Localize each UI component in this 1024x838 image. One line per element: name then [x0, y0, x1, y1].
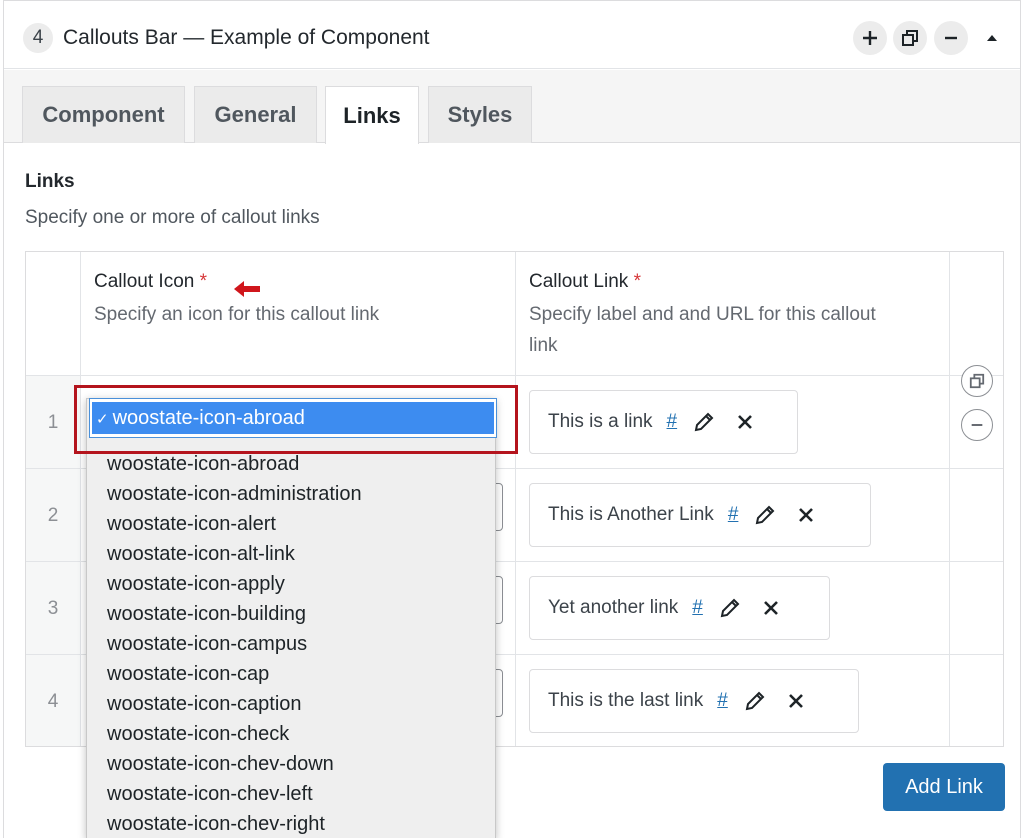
link-label: Yet another link [548, 597, 679, 618]
link-label: This is the last link [548, 690, 704, 711]
pencil-icon [745, 691, 765, 711]
caret-up-icon [987, 35, 997, 41]
tab-links[interactable]: Links [325, 86, 419, 144]
callout-link-row-4: This is the last link # [529, 669, 859, 733]
select-option[interactable]: woostate-icon-chev-down [107, 753, 334, 776]
pencil-icon [694, 412, 714, 432]
component-number-badge: 4 [23, 23, 53, 53]
duplicate-row-button[interactable] [961, 365, 993, 397]
panel-title: Callouts Bar — Example of Component [63, 26, 430, 49]
close-icon [738, 415, 753, 429]
close-icon [799, 508, 814, 522]
required-marker: * [633, 271, 641, 292]
section-title: Links [25, 171, 75, 192]
remove-row-button[interactable] [961, 409, 993, 441]
panel-header: 4 Callouts Bar — Example of Component [4, 1, 1020, 69]
edit-link-button[interactable] [719, 597, 741, 619]
icon-select-dropdown: woostate-icon-abroad woostate-icon-admin… [86, 398, 496, 838]
required-marker: * [199, 271, 208, 292]
row-number: 2 [47, 505, 59, 526]
select-option[interactable]: woostate-icon-abroad [107, 453, 299, 476]
component-panel: 4 Callouts Bar — Example of Component Co [3, 0, 1021, 838]
edit-link-button[interactable] [744, 690, 766, 712]
minus-icon [945, 36, 957, 40]
close-icon [788, 694, 803, 708]
select-option[interactable]: woostate-icon-administration [107, 483, 362, 506]
red-arrow-icon [234, 281, 260, 297]
delete-link-button[interactable] [737, 414, 753, 430]
link-url[interactable]: # [667, 411, 678, 433]
collapse-toggle[interactable] [980, 23, 1004, 53]
callout-icon-header: Callout Icon * [94, 271, 208, 292]
link-label: This is a link [548, 411, 653, 432]
row-number: 1 [47, 412, 59, 433]
edit-link-button[interactable] [693, 411, 715, 433]
delete-link-button[interactable] [763, 600, 779, 616]
edit-link-button[interactable] [754, 504, 776, 526]
select-option[interactable]: woostate-icon-caption [107, 693, 302, 716]
duplicate-icon [902, 30, 918, 46]
select-option[interactable]: woostate-icon-alt-link [107, 543, 295, 566]
select-option[interactable]: woostate-icon-chev-left [107, 783, 313, 806]
add-link-button[interactable]: Add Link [883, 763, 1005, 811]
duplicate-component-button[interactable] [893, 21, 927, 55]
delete-link-button[interactable] [788, 693, 804, 709]
select-option[interactable]: woostate-icon-apply [107, 573, 285, 596]
pencil-icon [756, 505, 775, 525]
select-option[interactable]: woostate-icon-campus [107, 633, 307, 656]
highlight-annotation [74, 385, 518, 454]
callout-link-row-1: This is a link # [529, 390, 798, 454]
tab-bar: Component General Links Styles [4, 70, 1020, 144]
callout-link-row-3: Yet another link # [529, 576, 830, 640]
link-url[interactable]: # [692, 597, 703, 619]
select-option[interactable]: woostate-icon-check [107, 723, 289, 746]
link-label: This is Another Link [548, 504, 714, 525]
plus-icon [863, 31, 877, 45]
row-number: 4 [47, 691, 59, 712]
callout-link-description: Specify label and and URL for this callo… [529, 304, 876, 356]
tab-general[interactable]: General [194, 86, 317, 143]
delete-link-button[interactable] [798, 507, 814, 523]
link-url[interactable]: # [717, 690, 728, 712]
select-option[interactable]: woostate-icon-chev-right [107, 813, 325, 836]
callout-link-row-2: This is Another Link # [529, 483, 871, 547]
row-number: 3 [47, 598, 59, 619]
link-url[interactable]: # [728, 504, 739, 526]
remove-component-button[interactable] [934, 21, 968, 55]
pencil-icon [720, 598, 740, 618]
minus-icon [971, 424, 983, 426]
close-icon [763, 601, 778, 615]
callout-link-header: Callout Link * [529, 271, 641, 292]
select-option[interactable]: woostate-icon-building [107, 603, 306, 626]
select-option[interactable]: woostate-icon-cap [107, 663, 269, 686]
section-description: Specify one or more of callout links [25, 207, 320, 228]
callout-icon-description: Specify an icon for this callout link [94, 304, 380, 325]
tab-styles[interactable]: Styles [428, 86, 532, 143]
duplicate-icon [969, 373, 985, 389]
add-component-button[interactable] [853, 21, 887, 55]
tab-component[interactable]: Component [22, 86, 185, 143]
select-option[interactable]: woostate-icon-alert [107, 513, 276, 536]
